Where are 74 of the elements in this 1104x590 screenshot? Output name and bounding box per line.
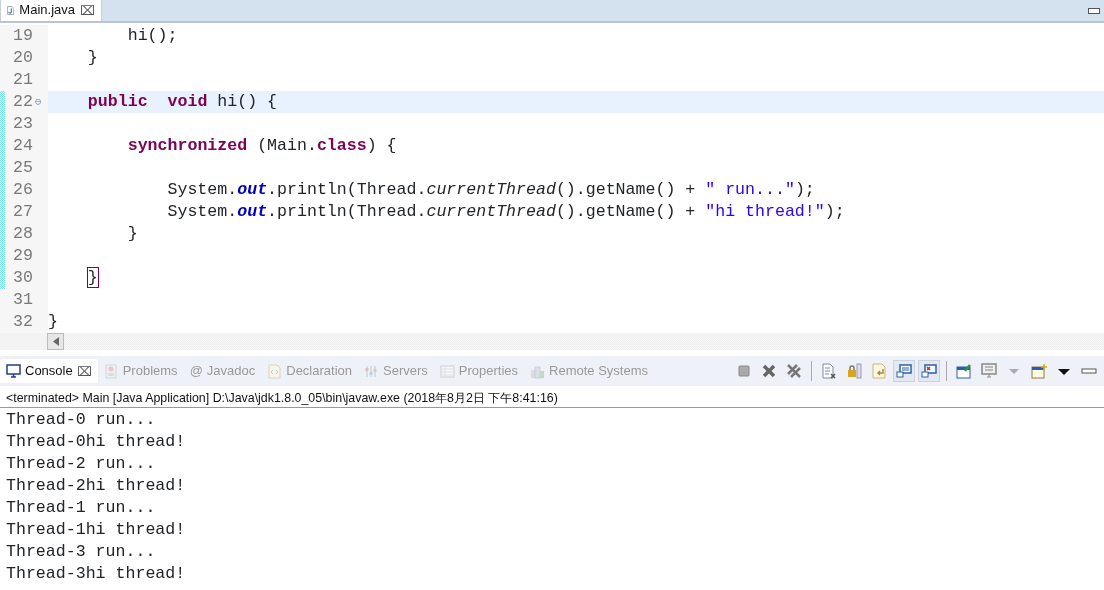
console-output-line: Thread-2hi thread!	[6, 475, 187, 497]
tab-label: Problems	[122, 362, 178, 381]
minimize-icon	[1088, 7, 1100, 14]
close-icon	[761, 363, 777, 379]
monitor-error-button[interactable]	[918, 360, 940, 382]
close-icon[interactable]: ⌧	[80, 3, 95, 17]
document-arrow-icon	[871, 363, 887, 379]
code-line: System.out.println(Thread.currentThread().getName() + "hi thread!");	[166, 200, 845, 223]
line-number: 20	[12, 46, 34, 69]
line-number: 29	[12, 244, 34, 267]
line-number: 19	[12, 24, 34, 47]
tab-label: Main.java	[19, 1, 75, 20]
code-line: hi();	[126, 24, 178, 47]
code-line: System.out.println(Thread.currentThread().getName() + " run...");	[166, 178, 815, 201]
line-number: 31	[12, 288, 34, 311]
line-number: 24	[12, 134, 34, 157]
close-all-icon	[786, 363, 802, 379]
tab-label: Console	[25, 362, 73, 381]
scroll-left-button[interactable]	[47, 333, 64, 350]
line-number: 28	[12, 222, 34, 245]
sliders-icon	[364, 363, 379, 379]
lock-icon	[846, 363, 862, 379]
at-icon: @	[189, 361, 203, 381]
console-tab[interactable]: Console ⌧	[0, 359, 98, 383]
clear-document-icon	[821, 363, 837, 379]
document-icon	[267, 363, 283, 379]
code-line: public void hi() {	[86, 90, 278, 113]
building-icon	[530, 363, 546, 379]
console-output-line: Thread-1hi thread!	[6, 519, 187, 541]
code-line: synchronized (Main.class) {	[126, 134, 397, 157]
editor-tab[interactable]: Main.java ⌧	[0, 0, 102, 21]
console-output-line: Thread-1 run...	[6, 497, 157, 519]
tab-label: Declaration	[286, 362, 352, 381]
tab-label: Javadoc	[206, 362, 256, 381]
stop-icon	[736, 363, 752, 379]
console-tab[interactable]: Problems	[97, 359, 184, 383]
monitor-icon	[981, 363, 997, 379]
console-output-line: Thread-0hi thread!	[6, 431, 187, 453]
console-tab[interactable]: Servers	[358, 359, 434, 383]
code-line: }	[86, 46, 98, 69]
console-output-line: Thread-3hi thread!	[6, 563, 187, 585]
line-number: 32	[12, 310, 34, 333]
console-tab[interactable]: Remote Systems	[524, 359, 655, 383]
line-number: 30	[12, 266, 34, 289]
new-window-icon	[1031, 363, 1047, 379]
console-output-line: Thread-2 run...	[6, 453, 157, 475]
console-tab[interactable]: @ Javadoc	[183, 359, 262, 383]
close-icon[interactable]: ⌧	[76, 364, 92, 378]
tab-label: Servers	[383, 362, 428, 381]
monitor-message-icon	[896, 363, 912, 379]
line-number: 21	[12, 68, 34, 91]
line-number: 26	[12, 178, 34, 201]
console-tab[interactable]: Declaration	[261, 359, 358, 383]
code-line: }	[86, 266, 98, 289]
line-number: 22	[12, 90, 34, 113]
monitor-message-button[interactable]	[893, 360, 915, 382]
tab-label: Remote Systems	[549, 362, 649, 381]
process-status: <terminated> Main [Java Application] D:\Java\jdk1.8.0_05\bin\javaw.exe (2018年8月2日 下午8:41:16)	[0, 386, 1104, 408]
console-output-line: Thread-3 run...	[6, 541, 157, 563]
console-output-line: Thread-0 run...	[6, 409, 157, 431]
monitor-icon	[6, 363, 21, 379]
fold-icon[interactable]: ⊖	[35, 93, 45, 111]
monitor-error-icon	[921, 363, 937, 379]
code-line: }	[48, 310, 58, 333]
document-icon	[103, 363, 119, 379]
console-tab[interactable]: Properties	[433, 359, 525, 383]
code-line: }	[126, 222, 138, 245]
line-number: 25	[12, 156, 34, 179]
pin-window-icon	[956, 363, 972, 379]
tab-label: Properties	[458, 362, 519, 381]
table-icon	[439, 363, 455, 379]
line-number: 27	[12, 200, 34, 223]
left-arrow-icon	[52, 337, 59, 346]
line-number: 23	[12, 112, 34, 135]
